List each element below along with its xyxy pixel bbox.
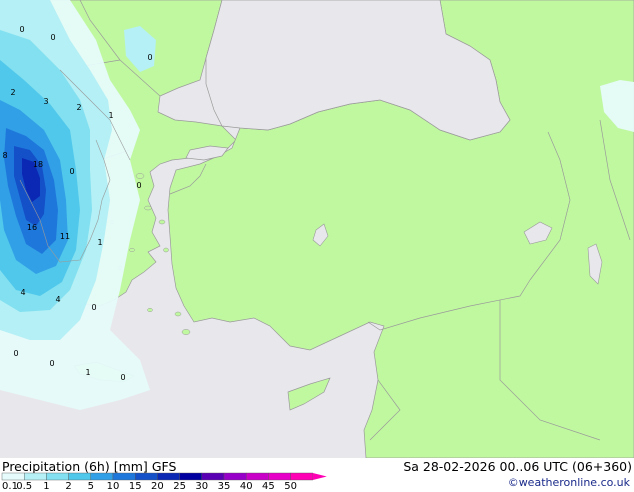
legend-tick-label: 5 xyxy=(88,481,94,492)
precip-value-label: 0 xyxy=(91,303,96,312)
legend-arrow xyxy=(312,473,327,480)
color-legend: 0.10.5 1 2 5 10 15 20 25 30 35 40 45 50 xyxy=(1,472,327,492)
credit-link[interactable]: ©weatheronline.co.uk xyxy=(508,476,630,489)
legend-tick-label: 25 xyxy=(173,481,186,492)
precip-value-label: 4 xyxy=(55,295,60,304)
legend-swatch xyxy=(1,472,25,481)
precip-value-label: 4 xyxy=(20,288,25,297)
legend-swatch xyxy=(157,472,180,481)
precip-value-label: 1 xyxy=(97,238,102,247)
precip-value-label: 0 xyxy=(147,53,152,62)
legend-swatch xyxy=(179,472,203,481)
legend-tick-label: 30 xyxy=(195,481,208,492)
precip-value-label: 0 xyxy=(136,181,141,190)
precip-value-label: 0 xyxy=(49,359,54,368)
precip-value-label: 16 xyxy=(27,223,37,232)
precip-value-label: 0 xyxy=(13,349,18,358)
precip-value-label: 2 xyxy=(10,88,15,97)
legend-tick-label: 40 xyxy=(240,481,253,492)
precip-value-label: 0 xyxy=(50,33,55,42)
legend-tick-label: 10 xyxy=(107,481,120,492)
legend-tick-label: 15 xyxy=(129,481,142,492)
precip-value-label: 0 xyxy=(120,373,125,382)
precip-value-label: 1 xyxy=(85,368,90,377)
legend-swatch xyxy=(24,472,47,481)
precip-value-label: 18 xyxy=(33,160,43,169)
legend-swatch xyxy=(112,472,136,481)
legend-tick-label: 2 xyxy=(65,481,71,492)
legend-swatch xyxy=(268,472,291,481)
legend-swatch xyxy=(90,472,114,481)
precip-value-label: 11 xyxy=(60,232,70,241)
legend-tick-label: 35 xyxy=(218,481,231,492)
map-footer: Precipitation (6h) [mm] GFS Sa 28-02-202… xyxy=(0,458,634,492)
legend-swatch xyxy=(68,472,91,481)
valid-time-label: Sa 28-02-2026 00..06 UTC (06+360) xyxy=(403,459,632,474)
precip-value-label: 0 xyxy=(19,25,24,34)
precip-value-label: 1 xyxy=(108,111,113,120)
legend-tick-label: 50 xyxy=(284,481,297,492)
precip-value-label: 3 xyxy=(43,97,48,106)
legend-tick-label: 45 xyxy=(262,481,275,492)
precip-value-label: 0 xyxy=(69,167,74,176)
legend-swatch xyxy=(245,472,269,481)
precipitation-map: 0 0 0 2 3 2 1 8 18 0 0 16 11 1 4 4 0 0 0 1 0 xyxy=(0,0,634,458)
legend-tick-label: 1 xyxy=(43,481,49,492)
precip-value-label: 2 xyxy=(76,103,81,112)
precip-value-label: 8 xyxy=(2,151,7,160)
legend-swatch xyxy=(223,472,247,481)
legend-swatch xyxy=(46,472,69,481)
legend-swatch xyxy=(201,472,225,481)
legend-swatch xyxy=(290,472,314,481)
legend-swatch xyxy=(134,472,158,481)
legend-tick-label: 20 xyxy=(151,481,164,492)
legend-tick-label: 0.5 xyxy=(16,481,32,492)
map-canvas: 000232181800161114400010 xyxy=(0,0,634,458)
